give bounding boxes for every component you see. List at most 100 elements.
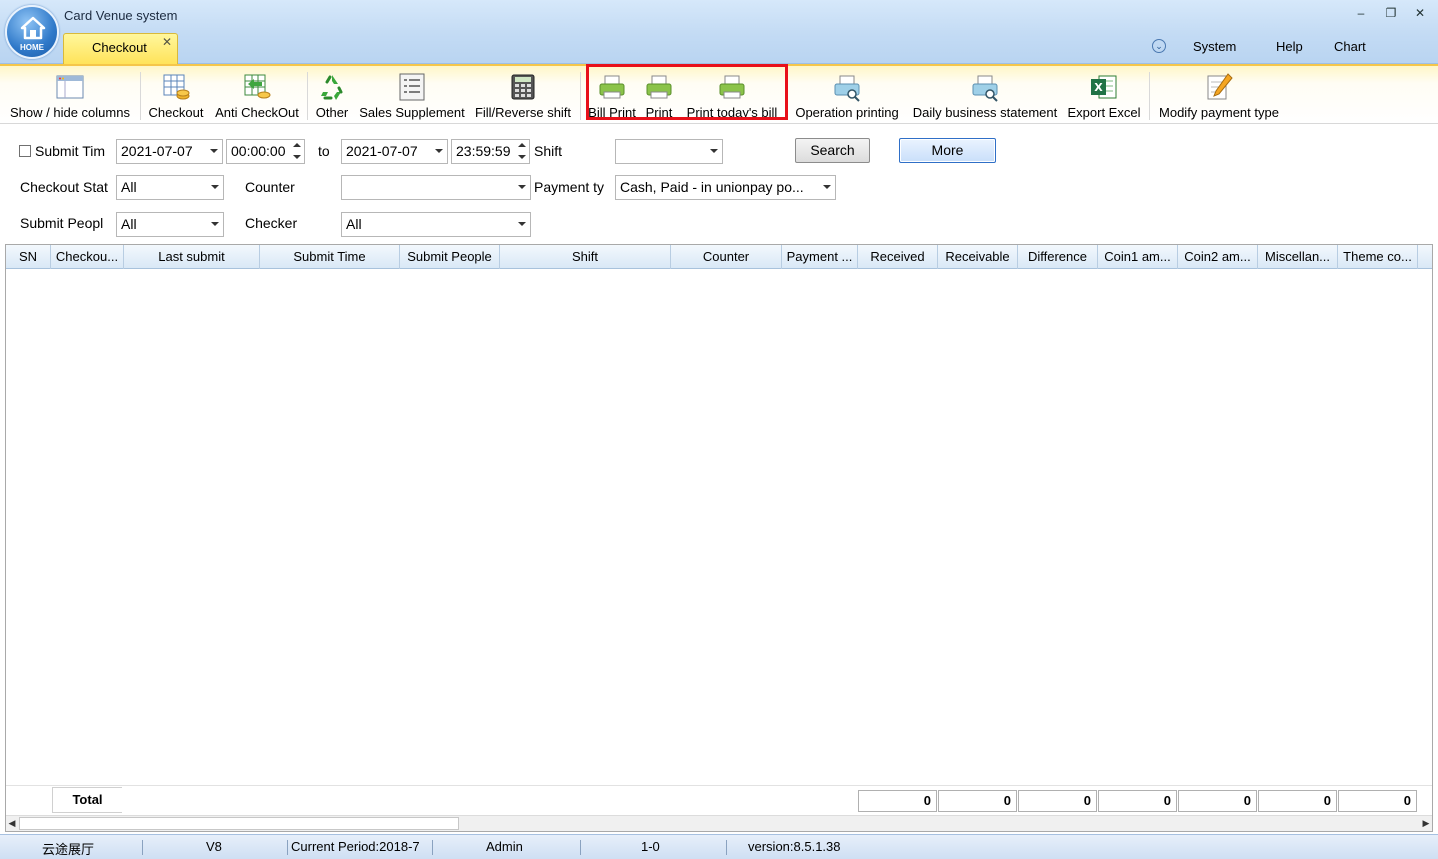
checkout-status-value: All [121, 179, 137, 195]
fill-reverse-shift-label: Fill/Reverse shift [474, 105, 572, 120]
minimize-button[interactable]: – [1352, 6, 1370, 20]
horizontal-scrollbar[interactable]: ◀ ▶ [6, 815, 1432, 831]
column-header-coin1[interactable]: Coin1 am... [1098, 245, 1178, 269]
close-window-button[interactable]: ✕ [1411, 6, 1429, 20]
column-header-counter[interactable]: Counter [671, 245, 782, 269]
column-header-difference[interactable]: Difference [1018, 245, 1098, 269]
export-excel-button[interactable]: X Export Excel [1064, 66, 1144, 124]
menu-chart[interactable]: Chart [1334, 39, 1366, 54]
home-icon [20, 16, 46, 40]
divider [1149, 72, 1150, 120]
checkout-status-select[interactable]: All [116, 175, 224, 200]
search-button[interactable]: Search [795, 138, 870, 163]
column-header-sn[interactable]: SN [6, 245, 51, 269]
printer-magnifier-icon [834, 75, 860, 102]
chevron-down-icon [211, 185, 219, 189]
chevron-down-icon[interactable]: ⌄ [1152, 39, 1166, 53]
submit-time-checkbox[interactable] [19, 145, 31, 157]
spin-down-icon[interactable] [518, 155, 526, 159]
time-from-value: 00:00:00 [231, 143, 286, 159]
column-header-coin2[interactable]: Coin2 am... [1178, 245, 1258, 269]
totals-row: Total 0 0 0 0 0 0 0 [6, 785, 1432, 815]
time-to-spinner[interactable]: 23:59:59 [451, 139, 530, 164]
checkout-button[interactable]: Checkout [145, 66, 207, 124]
submit-people-value: All [121, 216, 137, 232]
checker-select[interactable]: All [341, 212, 531, 237]
column-header-payment[interactable]: Payment ... [782, 245, 858, 269]
column-header-received[interactable]: Received [858, 245, 938, 269]
time-from-spinner[interactable]: 00:00:00 [226, 139, 305, 164]
tab-checkout[interactable]: Checkout ✕ [63, 33, 178, 64]
daily-business-statement-button[interactable]: Daily business statement [910, 66, 1060, 124]
shift-label: Shift [534, 143, 563, 159]
column-header-theme[interactable]: Theme co... [1338, 245, 1418, 269]
total-difference: 0 [1018, 790, 1097, 812]
date-from-picker[interactable]: 2021-07-07 [116, 139, 223, 164]
show-hide-columns-button[interactable]: Show / hide columns [6, 66, 134, 124]
divider [307, 72, 308, 120]
print-group-highlight [586, 64, 788, 120]
svg-text:X: X [1094, 81, 1103, 94]
submit-time-label: Submit Tim [35, 143, 106, 159]
checker-label: Checker [245, 215, 298, 231]
menu-help[interactable]: Help [1276, 39, 1303, 54]
anti-checkout-button[interactable]: Anti CheckOut [212, 66, 302, 124]
more-button[interactable]: More [899, 138, 996, 163]
modify-payment-type-button[interactable]: Modify payment type [1154, 66, 1284, 124]
scrollbar-thumb[interactable] [19, 817, 459, 830]
scroll-right-icon[interactable]: ▶ [1420, 816, 1432, 831]
chevron-down-icon [435, 149, 443, 153]
total-coin2: 0 [1178, 790, 1257, 812]
total-received: 0 [858, 790, 937, 812]
printer-magnifier-icon [972, 75, 998, 102]
other-label: Other [315, 105, 349, 120]
status-version-short: V8 [206, 839, 222, 854]
chevron-down-icon [518, 185, 526, 189]
other-button[interactable]: Other [312, 66, 352, 124]
grid-header: SN Checkou... Last submit Submit Time Su… [6, 245, 1432, 269]
date-to-value: 2021-07-07 [346, 143, 418, 159]
divider [287, 840, 288, 855]
restore-button[interactable]: ❐ [1382, 6, 1400, 20]
date-from-value: 2021-07-07 [121, 143, 193, 159]
total-label: Total [52, 787, 122, 813]
column-header-shift[interactable]: Shift [500, 245, 671, 269]
time-to-value: 23:59:59 [456, 143, 511, 159]
operation-printing-button[interactable]: Operation printing [790, 66, 904, 124]
modify-payment-type-label: Modify payment type [1159, 105, 1279, 120]
status-bar: 云途展厅 V8 Current Period:2018-7 Admin 1-0 … [0, 834, 1438, 859]
total-receivable: 0 [938, 790, 1017, 812]
submit-people-select[interactable]: All [116, 212, 224, 237]
spin-up-icon[interactable] [518, 143, 526, 147]
divider [142, 840, 143, 855]
column-header-submit-time[interactable]: Submit Time [260, 245, 400, 269]
counter-select[interactable] [341, 175, 531, 200]
total-theme: 0 [1338, 790, 1417, 812]
column-header-last-submit[interactable]: Last submit [124, 245, 260, 269]
payment-type-select[interactable]: Cash, Paid - in unionpay po... [615, 175, 836, 200]
sales-supplement-button[interactable]: Sales Supplement [357, 66, 467, 124]
spin-up-icon[interactable] [293, 143, 301, 147]
checkout-status-label: Checkout Stat [20, 179, 108, 195]
divider [580, 72, 581, 120]
column-header-submit-people[interactable]: Submit People [400, 245, 500, 269]
pencil-document-icon [1207, 73, 1233, 100]
date-to-picker[interactable]: 2021-07-07 [341, 139, 448, 164]
tab-checkout-label: Checkout [92, 40, 147, 55]
operation-printing-label: Operation printing [795, 105, 899, 120]
to-label: to [318, 143, 330, 159]
chevron-down-icon [518, 222, 526, 226]
menu-system[interactable]: System [1193, 39, 1236, 54]
fill-reverse-shift-button[interactable]: Fill/Reverse shift [472, 66, 574, 124]
column-header-checkout[interactable]: Checkou... [51, 245, 124, 269]
checkout-label: Checkout [148, 105, 204, 120]
home-logo-button[interactable]: HOME [5, 5, 59, 59]
spin-down-icon[interactable] [293, 155, 301, 159]
column-header-receivable[interactable]: Receivable [938, 245, 1018, 269]
recycle-icon [321, 75, 343, 100]
tab-close-icon[interactable]: ✕ [162, 35, 172, 49]
scroll-left-icon[interactable]: ◀ [6, 816, 18, 831]
status-code: 1-0 [641, 839, 660, 854]
column-header-miscellaneous[interactable]: Miscellan... [1258, 245, 1338, 269]
shift-select[interactable] [615, 139, 723, 164]
